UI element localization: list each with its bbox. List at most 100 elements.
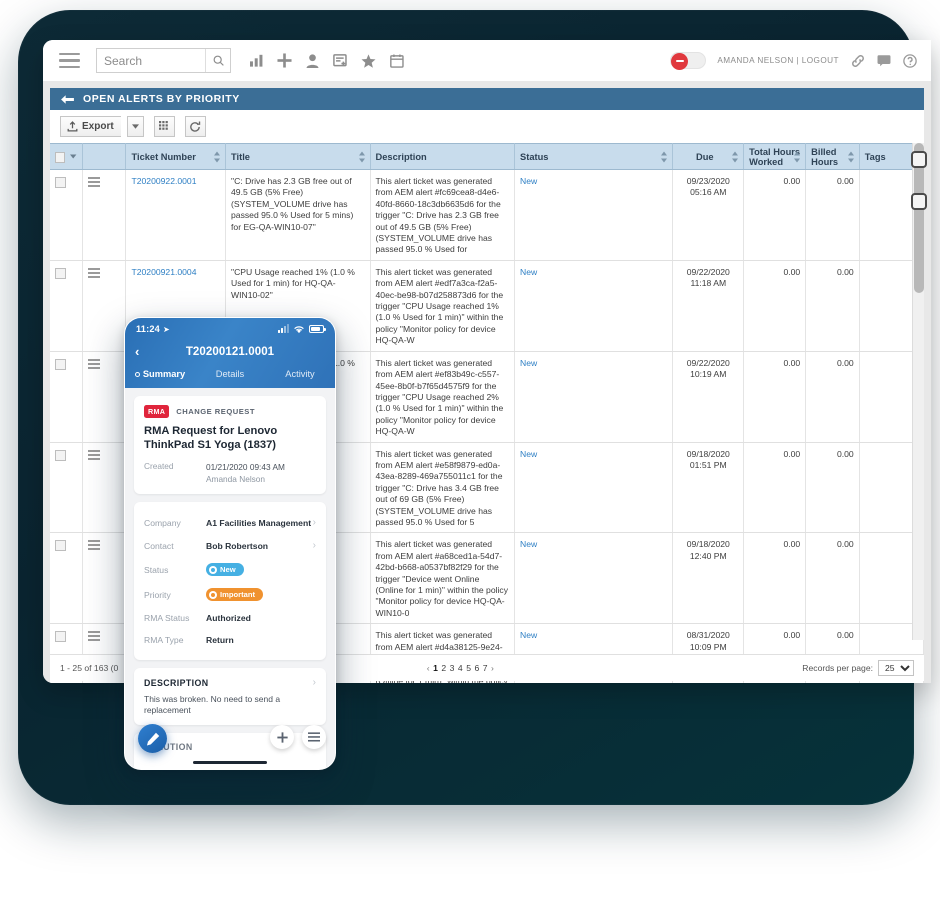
pagination-page-1[interactable]: 1	[433, 663, 438, 673]
fab-menu-button[interactable]	[302, 725, 326, 749]
ticket-link[interactable]: T20200922.0001	[131, 176, 196, 186]
cell-status[interactable]: New	[514, 169, 674, 261]
header-status[interactable]: Status	[514, 143, 674, 170]
person-icon[interactable]	[305, 53, 320, 68]
status-link[interactable]: New	[520, 539, 537, 549]
row-select-cell[interactable]	[50, 260, 83, 352]
header-ticket-number[interactable]: Ticket Number	[125, 143, 227, 170]
tab-activity[interactable]: Activity	[265, 369, 335, 379]
cell-ticket-number[interactable]: T20200922.0001	[125, 169, 227, 261]
back-chevron-icon[interactable]: ‹	[135, 345, 139, 358]
plus-icon[interactable]	[277, 53, 292, 68]
export-dropdown-caret[interactable]	[126, 116, 144, 137]
row-select-cell[interactable]	[50, 351, 83, 443]
description-header[interactable]: DESCRIPTION ›	[144, 677, 316, 688]
row-checkbox[interactable]	[55, 177, 66, 188]
pagination-page-4[interactable]: 4	[458, 663, 463, 673]
table-row[interactable]: T20200922.0001 "C: Drive has 2.3 GB free …	[50, 169, 925, 261]
row-menu-icon[interactable]	[87, 267, 100, 278]
cell-title[interactable]: "C: Drive has 2.3 GB free out of 49.5 GB…	[225, 169, 371, 261]
row-menu-cell[interactable]	[82, 532, 127, 625]
select-all-checkbox[interactable]	[55, 151, 66, 163]
header-billed-hours[interactable]: Billed Hours	[805, 143, 860, 170]
status-link[interactable]: New	[520, 267, 537, 277]
records-per-page-select[interactable]: 25	[878, 660, 914, 676]
row-menu-cell[interactable]	[82, 260, 127, 352]
row-menu-icon[interactable]	[87, 631, 100, 642]
row-menu-cell[interactable]	[82, 351, 127, 443]
do-not-disturb-toggle[interactable]	[670, 52, 707, 70]
sort-toggle[interactable]	[661, 151, 668, 162]
sort-toggle[interactable]	[214, 151, 221, 162]
status-link[interactable]: New	[520, 358, 537, 368]
chevron-right-icon[interactable]: ›	[313, 517, 316, 528]
row-select-cell[interactable]	[50, 442, 83, 534]
row-checkbox[interactable]	[55, 267, 66, 279]
row-menu-cell[interactable]	[82, 442, 127, 534]
row-menu-icon[interactable]	[87, 449, 100, 460]
header-select-all[interactable]	[50, 143, 83, 170]
bar-chart-icon[interactable]	[249, 53, 264, 68]
row-checkbox[interactable]	[55, 449, 66, 461]
sort-toggle[interactable]	[794, 151, 801, 162]
ticket-link[interactable]: T20200921.0004	[131, 267, 196, 277]
search-icon[interactable]	[205, 49, 230, 72]
row-select-cell[interactable]	[50, 532, 83, 625]
field-row[interactable]: Contact Bob Robertson ›	[144, 534, 316, 557]
pagination-page-6[interactable]: 6	[474, 663, 479, 673]
grid-vertical-scrollbar[interactable]	[911, 143, 927, 640]
status-link[interactable]: New	[520, 176, 537, 186]
pagination-next[interactable]: ›	[491, 663, 494, 673]
pagination-prev[interactable]: ‹	[427, 663, 430, 673]
header-total-hours-worked[interactable]: Total Hours Worked	[743, 143, 807, 170]
refresh-button[interactable]	[184, 116, 206, 137]
note-add-icon[interactable]	[333, 53, 348, 68]
row-menu-cell[interactable]	[82, 169, 127, 261]
chat-icon[interactable]	[876, 53, 891, 68]
tab-details[interactable]: Details	[195, 369, 265, 379]
header-description[interactable]: Description	[370, 143, 516, 170]
column-chooser-button[interactable]	[153, 116, 175, 137]
fab-add-button[interactable]	[270, 725, 294, 749]
link-icon[interactable]	[850, 53, 865, 68]
back-arrow-icon[interactable]	[61, 94, 74, 105]
cell-status[interactable]: New	[514, 260, 674, 352]
row-checkbox[interactable]	[55, 540, 66, 552]
help-icon[interactable]	[902, 53, 917, 68]
row-select-cell[interactable]	[50, 169, 83, 261]
row-checkbox[interactable]	[55, 631, 66, 643]
tab-summary[interactable]: Summary	[125, 369, 195, 379]
chevron-right-icon[interactable]: ›	[313, 540, 316, 551]
export-button[interactable]: Export	[60, 116, 121, 137]
user-logout-text[interactable]: AMANDA NELSON | LOGOUT	[717, 56, 839, 65]
field-row[interactable]: Company A1 Facilities Management ›	[144, 511, 316, 534]
status-link[interactable]: New	[520, 449, 537, 459]
row-menu-icon[interactable]	[87, 540, 100, 551]
calendar-icon[interactable]	[389, 53, 404, 68]
pagination-page-5[interactable]: 5	[466, 663, 471, 673]
chevron-down-icon[interactable]	[70, 154, 77, 159]
header-due[interactable]: Due	[672, 143, 745, 170]
header-title[interactable]: Title	[225, 143, 371, 170]
search-input[interactable]	[97, 49, 205, 72]
star-icon[interactable]	[361, 53, 376, 68]
pagination-page-2[interactable]: 2	[441, 663, 446, 673]
scroll-nub-top[interactable]	[911, 151, 927, 168]
cell-status[interactable]: New	[514, 351, 674, 443]
fab-edit-button[interactable]	[138, 724, 167, 753]
sort-toggle[interactable]	[847, 151, 855, 162]
row-menu-icon[interactable]	[87, 177, 100, 187]
cell-status[interactable]: New	[514, 442, 674, 534]
status-link[interactable]: New	[520, 630, 537, 640]
row-menu-icon[interactable]	[87, 358, 100, 369]
hamburger-menu-icon[interactable]	[59, 53, 80, 68]
cell-status[interactable]: New	[514, 532, 674, 625]
search-box[interactable]	[96, 48, 231, 73]
row-checkbox[interactable]	[55, 358, 66, 370]
pagination-page-7[interactable]: 7	[483, 663, 488, 673]
chevron-right-icon[interactable]: ›	[313, 677, 316, 688]
sort-toggle[interactable]	[358, 151, 366, 162]
pagination-page-3[interactable]: 3	[450, 663, 455, 673]
sort-toggle[interactable]	[732, 151, 739, 162]
scroll-nub-bottom[interactable]	[911, 193, 927, 210]
